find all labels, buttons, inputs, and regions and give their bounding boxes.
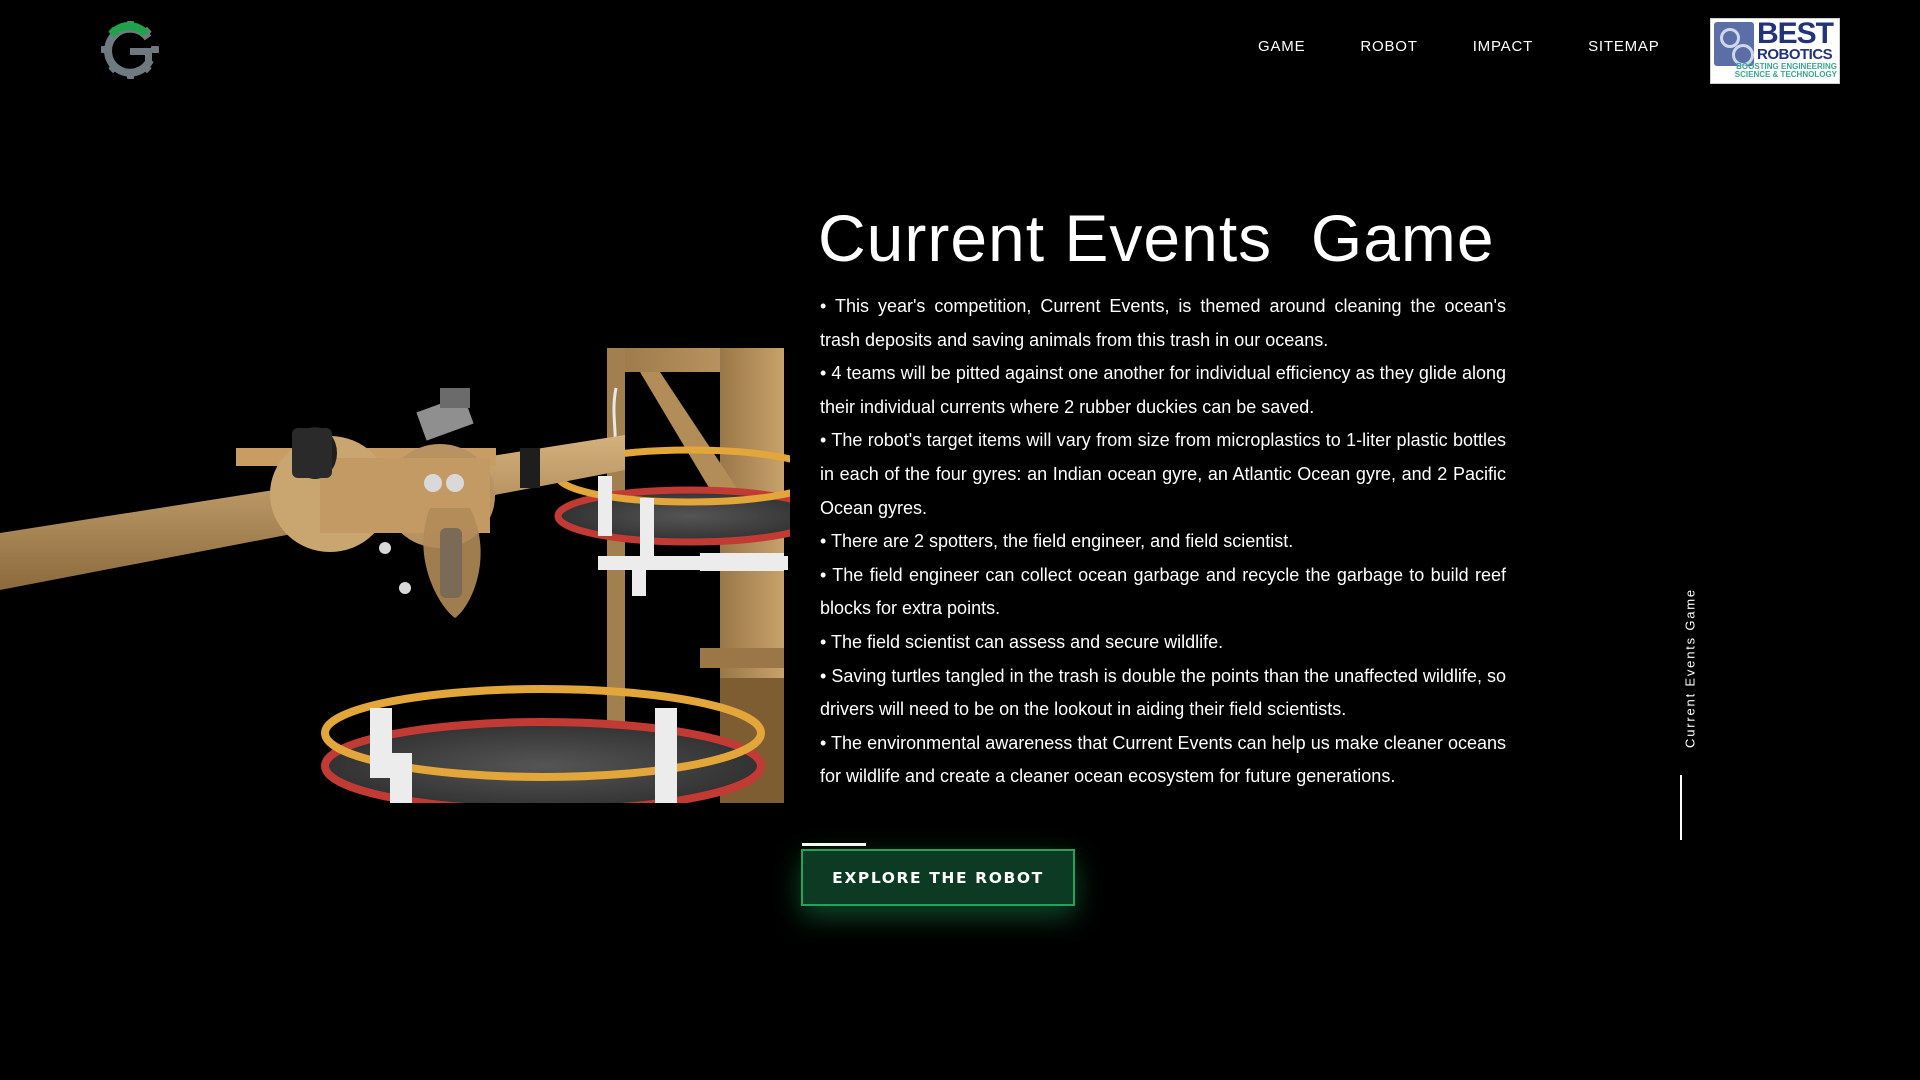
- tagline-line-2: SCIENCE & TECHNOLOGY: [1734, 70, 1837, 79]
- game-description-list: • This year's competition, Current Event…: [820, 290, 1506, 794]
- main-nav: GAME ROBOT IMPACT SITEMAP: [1258, 38, 1660, 55]
- page: GAME ROBOT IMPACT SITEMAP BEST ROBOTICS …: [0, 0, 1920, 1080]
- list-item: • This year's competition, Current Event…: [820, 296, 1506, 350]
- list-item: • The robot's target items will vary fro…: [820, 430, 1506, 518]
- side-section-label: Current Events Game: [1682, 588, 1698, 748]
- gear-g-logo-icon: [101, 21, 159, 79]
- best-logo-word: BEST: [1757, 17, 1834, 50]
- explore-robot-button[interactable]: EXPLORE THE ROBOT: [801, 849, 1075, 906]
- nav-item-impact[interactable]: IMPACT: [1473, 38, 1533, 55]
- side-indicator-line: [1680, 775, 1682, 840]
- robot-body: [236, 388, 540, 618]
- page-title: Current Events Game: [818, 201, 1495, 275]
- list-item: • The environmental awareness that Curre…: [820, 732, 1506, 787]
- list-item: • There are 2 spotters, the field engine…: [820, 531, 1294, 552]
- site-logo[interactable]: [100, 20, 160, 80]
- robot-field-illustration: [0, 348, 790, 803]
- nav-item-game[interactable]: GAME: [1258, 38, 1305, 55]
- list-item: • Saving turtles tangled in the trash is…: [820, 665, 1506, 720]
- nav-item-sitemap[interactable]: SITEMAP: [1588, 38, 1659, 55]
- best-logo-tagline: BOOSTING ENGINEERING SCIENCE & TECHNOLOG…: [1715, 63, 1837, 79]
- list-item: • 4 teams will be pitted against one ano…: [820, 363, 1506, 417]
- robotics-logo-word: ROBOTICS: [1757, 46, 1833, 63]
- nav-item-robot[interactable]: ROBOT: [1360, 38, 1417, 55]
- list-item: • The field engineer can collect ocean g…: [820, 564, 1506, 619]
- cta-accent-line: [802, 843, 866, 846]
- best-emblem-icon: [1714, 22, 1754, 66]
- list-item: • The field scientist can assess and sec…: [820, 631, 1224, 652]
- best-robotics-logo[interactable]: BEST ROBOTICS BOOSTING ENGINEERING SCIEN…: [1710, 18, 1840, 84]
- lower-gyre-ring: [321, 685, 765, 803]
